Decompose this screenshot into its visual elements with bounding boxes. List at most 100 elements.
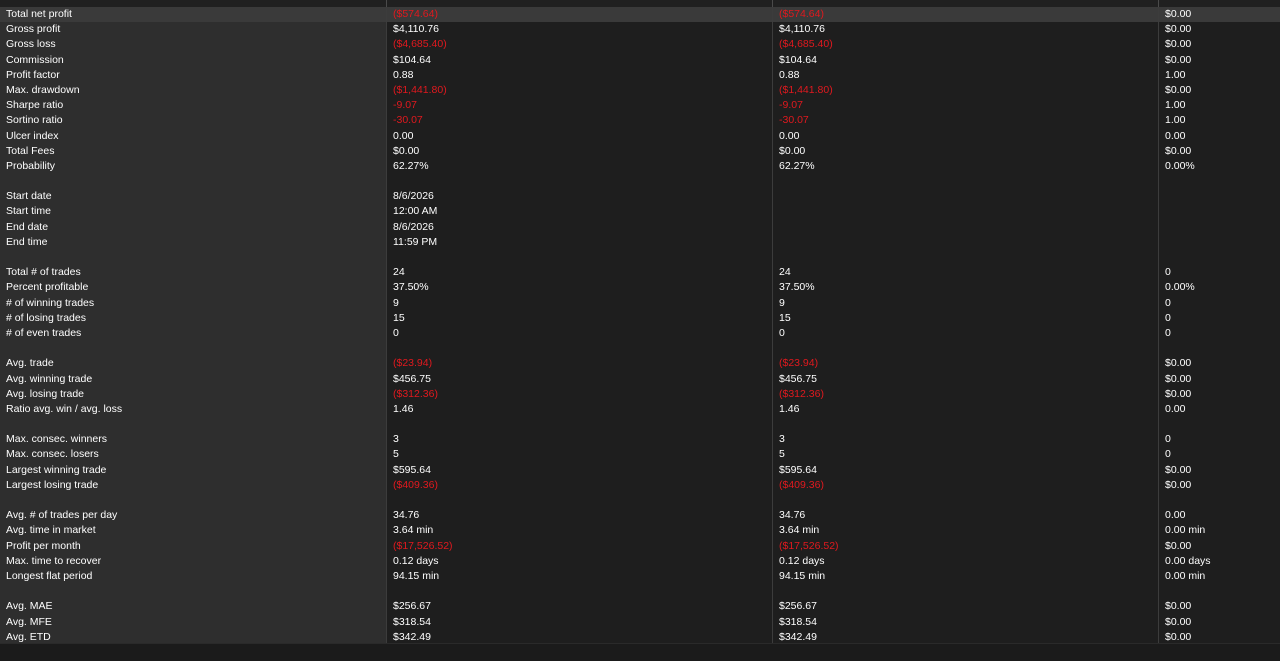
long-trades-value[interactable]: ($4,685.40): [773, 37, 1158, 52]
metric-label[interactable]: Gross profit: [0, 22, 386, 37]
all-trades-value[interactable]: 8/6/2026: [387, 220, 772, 235]
short-trades-value[interactable]: $0.00: [1159, 53, 1280, 68]
all-trades-value[interactable]: ($409.36): [387, 478, 772, 493]
long-trades-value[interactable]: 3.64 min: [773, 523, 1158, 538]
long-trades-value[interactable]: 0: [773, 326, 1158, 341]
long-trades-value[interactable]: 0.88: [773, 68, 1158, 83]
metric-label[interactable]: Avg. MAE: [0, 599, 386, 614]
long-trades-value[interactable]: $256.67: [773, 599, 1158, 614]
short-trades-value[interactable]: $0.00: [1159, 37, 1280, 52]
short-trades-value[interactable]: 0.00: [1159, 508, 1280, 523]
all-trades-value[interactable]: ($23.94): [387, 356, 772, 371]
all-trades-value[interactable]: $456.75: [387, 372, 772, 387]
all-trades-value[interactable]: 0: [387, 326, 772, 341]
metric-label[interactable]: Max. consec. winners: [0, 432, 386, 447]
long-trades-value[interactable]: 0.00: [773, 129, 1158, 144]
long-trades-value[interactable]: -9.07: [773, 98, 1158, 113]
long-trades-value[interactable]: ($23.94): [773, 356, 1158, 371]
long-trades-value[interactable]: $4,110.76: [773, 22, 1158, 37]
long-trades-value[interactable]: [773, 204, 1158, 219]
metric-label[interactable]: Max. consec. losers: [0, 447, 386, 462]
short-trades-value[interactable]: 0.00 days: [1159, 554, 1280, 569]
short-trades-value[interactable]: 1.00: [1159, 113, 1280, 128]
long-trades-value[interactable]: ($574.64): [773, 7, 1158, 23]
metric-label[interactable]: Max. time to recover: [0, 554, 386, 569]
metric-label[interactable]: # of losing trades: [0, 311, 386, 326]
short-trades-value[interactable]: [1159, 235, 1280, 250]
metric-label[interactable]: Sharpe ratio: [0, 98, 386, 113]
short-trades-value[interactable]: $0.00: [1159, 615, 1280, 630]
short-trades-value[interactable]: $0.00: [1159, 387, 1280, 402]
metric-label[interactable]: Max. drawdown: [0, 83, 386, 98]
long-trades-value[interactable]: $318.54: [773, 615, 1158, 630]
long-trades-value[interactable]: 34.76: [773, 508, 1158, 523]
all-trades-value[interactable]: ($574.64): [387, 7, 772, 23]
all-trades-value[interactable]: 1.46: [387, 402, 772, 417]
all-trades-value[interactable]: 24: [387, 265, 772, 280]
metric-label[interactable]: End time: [0, 235, 386, 250]
short-trades-value[interactable]: $0.00: [1159, 22, 1280, 37]
metric-label[interactable]: Start date: [0, 189, 386, 204]
long-trades-value[interactable]: ($312.36): [773, 387, 1158, 402]
long-trades-value[interactable]: 37.50%: [773, 280, 1158, 295]
short-trades-value[interactable]: $0.00: [1159, 478, 1280, 493]
all-trades-value[interactable]: -30.07: [387, 113, 772, 128]
metric-label[interactable]: Avg. MFE: [0, 615, 386, 630]
short-trades-value[interactable]: 0.00%: [1159, 280, 1280, 295]
short-trades-value[interactable]: 0: [1159, 432, 1280, 447]
all-trades-value[interactable]: 3: [387, 432, 772, 447]
all-trades-value[interactable]: 12:00 AM: [387, 204, 772, 219]
short-trades-value[interactable]: $0.00: [1159, 83, 1280, 98]
all-trades-value[interactable]: 15: [387, 311, 772, 326]
short-trades-value[interactable]: $0.00: [1159, 144, 1280, 159]
metric-label[interactable]: # of winning trades: [0, 296, 386, 311]
metric-label[interactable]: Avg. time in market: [0, 523, 386, 538]
all-trades-value[interactable]: $0.00: [387, 144, 772, 159]
long-trades-value[interactable]: [773, 189, 1158, 204]
all-trades-value[interactable]: 5: [387, 447, 772, 462]
long-trades-value[interactable]: 24: [773, 265, 1158, 280]
short-trades-value[interactable]: $0.00: [1159, 463, 1280, 478]
short-trades-value[interactable]: 0.00%: [1159, 159, 1280, 174]
all-trades-value[interactable]: ($312.36): [387, 387, 772, 402]
short-trades-value[interactable]: 0.00 min: [1159, 523, 1280, 538]
all-trades-value[interactable]: 3.64 min: [387, 523, 772, 538]
short-trades-value[interactable]: 0.00 min: [1159, 569, 1280, 584]
long-trades-value[interactable]: 9: [773, 296, 1158, 311]
all-trades-value[interactable]: 0.88: [387, 68, 772, 83]
metric-label[interactable]: # of even trades: [0, 326, 386, 341]
all-trades-value[interactable]: 34.76: [387, 508, 772, 523]
short-trades-value[interactable]: [1159, 220, 1280, 235]
short-trades-value[interactable]: 0: [1159, 265, 1280, 280]
long-trades-value[interactable]: 62.27%: [773, 159, 1158, 174]
long-trades-value[interactable]: $595.64: [773, 463, 1158, 478]
all-trades-value[interactable]: ($17,526.52): [387, 539, 772, 554]
short-trades-value[interactable]: $0.00: [1159, 599, 1280, 614]
short-trades-value[interactable]: 1.00: [1159, 68, 1280, 83]
all-trades-value[interactable]: 0.12 days: [387, 554, 772, 569]
metric-label[interactable]: Gross loss: [0, 37, 386, 52]
metric-label[interactable]: Largest winning trade: [0, 463, 386, 478]
long-trades-value[interactable]: [773, 220, 1158, 235]
long-trades-value[interactable]: 94.15 min: [773, 569, 1158, 584]
short-trades-value[interactable]: [1159, 204, 1280, 219]
metric-label[interactable]: Total # of trades: [0, 265, 386, 280]
short-trades-value[interactable]: 0.00: [1159, 402, 1280, 417]
long-trades-value[interactable]: ($409.36): [773, 478, 1158, 493]
metric-label[interactable]: Largest losing trade: [0, 478, 386, 493]
short-trades-value[interactable]: 0: [1159, 447, 1280, 462]
all-trades-value[interactable]: 37.50%: [387, 280, 772, 295]
metric-label[interactable]: Avg. # of trades per day: [0, 508, 386, 523]
metric-label[interactable]: Percent profitable: [0, 280, 386, 295]
long-trades-value[interactable]: $456.75: [773, 372, 1158, 387]
all-trades-value[interactable]: $595.64: [387, 463, 772, 478]
all-trades-value[interactable]: 62.27%: [387, 159, 772, 174]
short-trades-value[interactable]: 0: [1159, 326, 1280, 341]
all-trades-value[interactable]: $4,110.76: [387, 22, 772, 37]
all-trades-value[interactable]: $318.54: [387, 615, 772, 630]
metric-label[interactable]: End date: [0, 220, 386, 235]
metric-label[interactable]: Total net profit: [0, 7, 386, 23]
long-trades-value[interactable]: $104.64: [773, 53, 1158, 68]
long-trades-value[interactable]: 1.46: [773, 402, 1158, 417]
metric-label[interactable]: Ulcer index: [0, 129, 386, 144]
